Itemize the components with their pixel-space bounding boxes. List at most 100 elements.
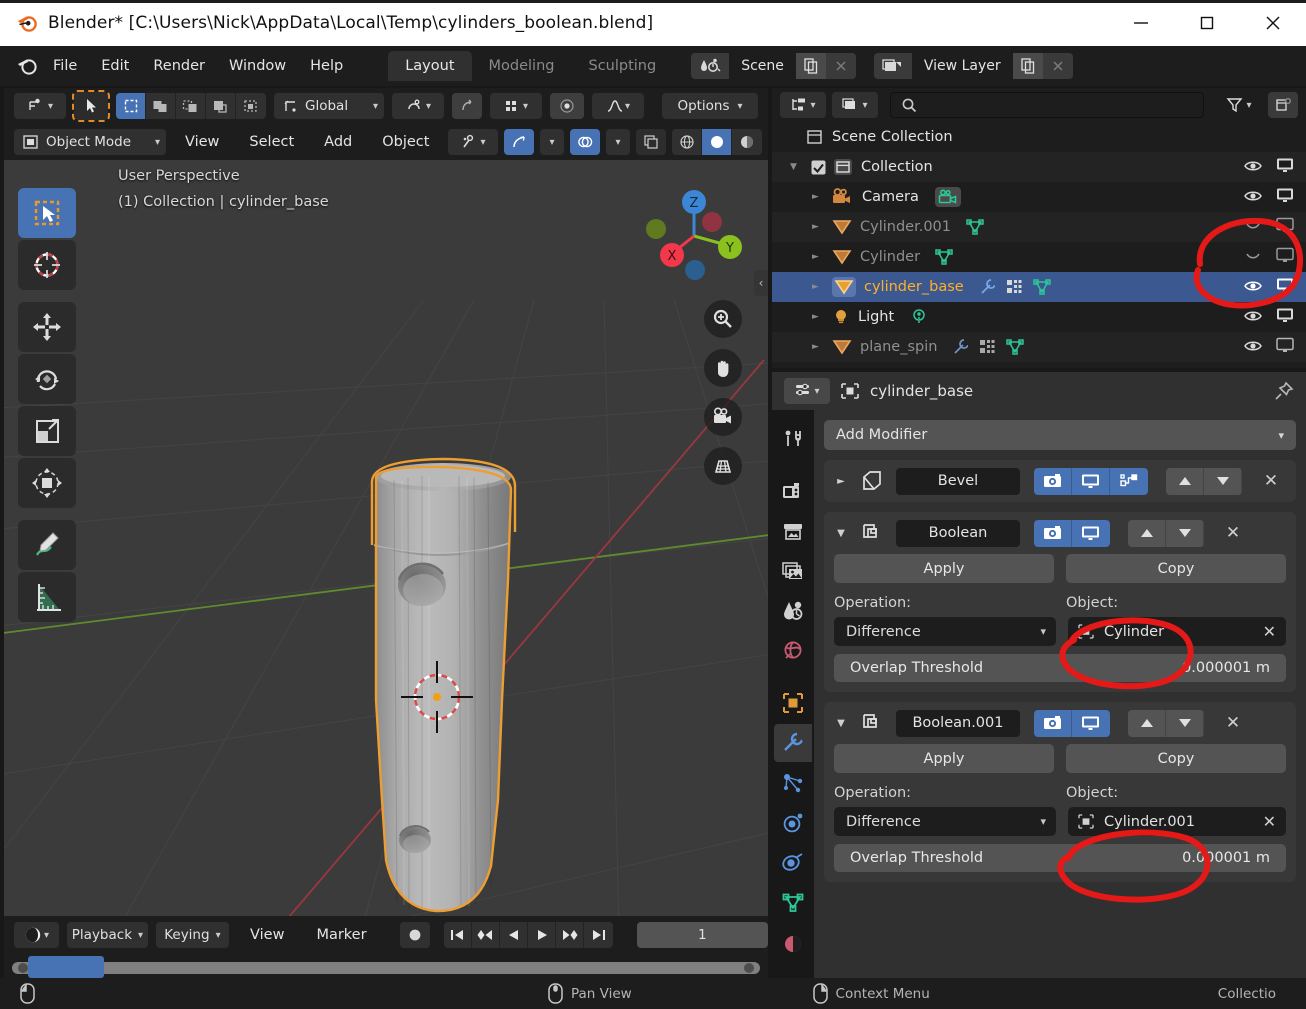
snap-grid-icon[interactable]: ▾: [490, 93, 542, 119]
render-tab[interactable]: [774, 472, 812, 510]
outliner-row-light[interactable]: ► Light: [772, 302, 1306, 332]
select-intersect-icon[interactable]: [236, 93, 266, 119]
overlap-threshold-slider[interactable]: Overlap Threshold 0.000001 m: [834, 844, 1286, 872]
timeline-menu-marker[interactable]: Marker: [305, 923, 377, 947]
menu-edit[interactable]: Edit: [90, 54, 140, 78]
camera-data-icon[interactable]: [934, 187, 961, 207]
material-preview-icon[interactable]: [732, 129, 762, 155]
select-box-icon[interactable]: [116, 93, 146, 119]
screen-off-icon[interactable]: [1276, 247, 1294, 267]
viewport-options-dropdown[interactable]: Options ▾: [662, 93, 758, 119]
prev-keyframe-icon[interactable]: [471, 922, 500, 948]
navigation-gizmo[interactable]: Z Y X: [642, 184, 752, 294]
filter-id-icon[interactable]: ▾: [832, 92, 878, 118]
light-data-icon[interactable]: [910, 308, 928, 326]
menu-file[interactable]: File: [42, 54, 88, 78]
add-modifier-dropdown[interactable]: Add Modifier ▾: [824, 420, 1296, 450]
falloff-curve-icon[interactable]: ▾: [592, 93, 644, 119]
solid-icon[interactable]: [702, 129, 732, 155]
arrow-up-icon[interactable]: [1166, 467, 1204, 495]
timeline-playhead[interactable]: [28, 956, 104, 978]
outliner-row-cylinder-base[interactable]: ► cylinder_base: [772, 272, 1306, 302]
menu-help[interactable]: Help: [299, 54, 354, 78]
expand-arrow-icon[interactable]: ►: [812, 252, 826, 262]
record-icon[interactable]: [399, 922, 430, 948]
timeline-menu-view[interactable]: View: [239, 923, 295, 947]
transform-tool[interactable]: [18, 458, 76, 508]
eye-open-icon[interactable]: [1244, 158, 1262, 177]
copy-button[interactable]: Copy: [1066, 554, 1286, 583]
viewlayer-new-icon[interactable]: [1012, 53, 1043, 79]
world-tab[interactable]: [774, 632, 812, 670]
snap-magnet-icon[interactable]: ▾: [392, 93, 444, 119]
tab-layout[interactable]: Layout: [388, 51, 472, 81]
menu-window[interactable]: Window: [218, 54, 297, 78]
maximize-icon[interactable]: [1174, 0, 1240, 46]
scene-unlink-icon[interactable]: [825, 53, 856, 79]
filter-funnel-icon[interactable]: ▾: [1216, 92, 1262, 118]
wireframe-icon[interactable]: [672, 129, 702, 155]
object-clear-icon[interactable]: ✕: [1263, 622, 1276, 641]
select-invert-icon[interactable]: [206, 93, 236, 119]
mesh-data-icon[interactable]: [1032, 278, 1052, 296]
transform-orientation-dropdown[interactable]: Global ▾: [274, 93, 384, 119]
object-tab[interactable]: [774, 684, 812, 722]
minimize-icon[interactable]: [1108, 0, 1174, 46]
expand-arrow-icon[interactable]: ►: [812, 192, 826, 202]
menu-render[interactable]: Render: [142, 54, 216, 78]
modifier-stack-icon[interactable]: [1006, 279, 1024, 295]
viewlayer-browse-icon[interactable]: [873, 53, 912, 79]
properties-editor-icon[interactable]: ▾: [784, 378, 830, 404]
outliner-row-camera[interactable]: ► Camera: [772, 182, 1306, 212]
copy-button[interactable]: Copy: [1066, 744, 1286, 773]
move-tool[interactable]: [18, 302, 76, 352]
apply-button[interactable]: Apply: [834, 744, 1054, 773]
scene-tab[interactable]: [774, 592, 812, 630]
overlays-icon[interactable]: [570, 129, 600, 155]
viewport-menu-select[interactable]: Select: [238, 130, 305, 154]
select-subtract-icon[interactable]: [176, 93, 206, 119]
realtime-display-toggle[interactable]: [1072, 709, 1110, 737]
tool-tab[interactable]: [774, 420, 812, 458]
eye-open-icon[interactable]: [1244, 278, 1262, 297]
arrow-down-icon[interactable]: [1166, 519, 1204, 547]
eye-open-icon[interactable]: [1244, 338, 1262, 357]
play-reverse-icon[interactable]: [499, 922, 529, 948]
expand-arrow-icon[interactable]: ►: [812, 222, 826, 232]
measure-tool[interactable]: [18, 572, 76, 622]
delete-modifier-bevel[interactable]: ✕: [1256, 468, 1286, 495]
operation-dropdown[interactable]: Difference ▾: [834, 617, 1056, 646]
modifier-name-field[interactable]: Bevel: [896, 467, 1020, 495]
expand-arrow-icon[interactable]: ►: [834, 476, 848, 487]
expand-arrow-icon[interactable]: ►: [812, 342, 826, 352]
new-collection-icon[interactable]: [1268, 92, 1298, 118]
modifier-wrench-icon[interactable]: [978, 278, 998, 296]
expand-arrow-icon[interactable]: ▼: [834, 528, 848, 539]
toggle-perspective-icon[interactable]: [704, 447, 742, 485]
tab-modeling[interactable]: Modeling: [472, 51, 572, 81]
expand-arrow-icon[interactable]: ►: [812, 282, 826, 292]
next-keyframe-icon[interactable]: [556, 922, 585, 948]
outliner-row-collection[interactable]: ▼ Collection: [772, 152, 1306, 182]
viewlayer-unlink-icon[interactable]: [1042, 53, 1073, 79]
show-gizmo-icon[interactable]: [504, 129, 534, 155]
modifier-name-field[interactable]: Boolean.001: [896, 709, 1020, 737]
particles-tab[interactable]: [774, 764, 812, 802]
object-mode-dropdown[interactable]: Object Mode ▾: [14, 129, 166, 155]
proportional-edit-icon[interactable]: [550, 93, 584, 119]
screen-off-icon[interactable]: [1276, 217, 1294, 237]
annotate-tool[interactable]: [18, 520, 76, 570]
scale-tool[interactable]: [18, 406, 76, 456]
physics-tab[interactable]: [774, 804, 812, 842]
expand-arrow-icon[interactable]: ▼: [790, 162, 804, 172]
arrow-up-icon[interactable]: [1128, 709, 1166, 737]
gizmo-dropdown-icon[interactable]: ▾: [540, 129, 564, 155]
rotate-tool[interactable]: [18, 354, 76, 404]
outliner-display-mode-icon[interactable]: ▾: [780, 92, 826, 118]
current-frame-field[interactable]: 1: [636, 922, 768, 948]
edit-mode-toggle[interactable]: [1110, 467, 1148, 495]
modifier-tab[interactable]: [774, 724, 812, 762]
viewport-menu-add[interactable]: Add: [313, 130, 363, 154]
boolean001-object-field[interactable]: Cylinder.001 ✕: [1068, 807, 1286, 836]
search-input[interactable]: [890, 92, 1204, 118]
